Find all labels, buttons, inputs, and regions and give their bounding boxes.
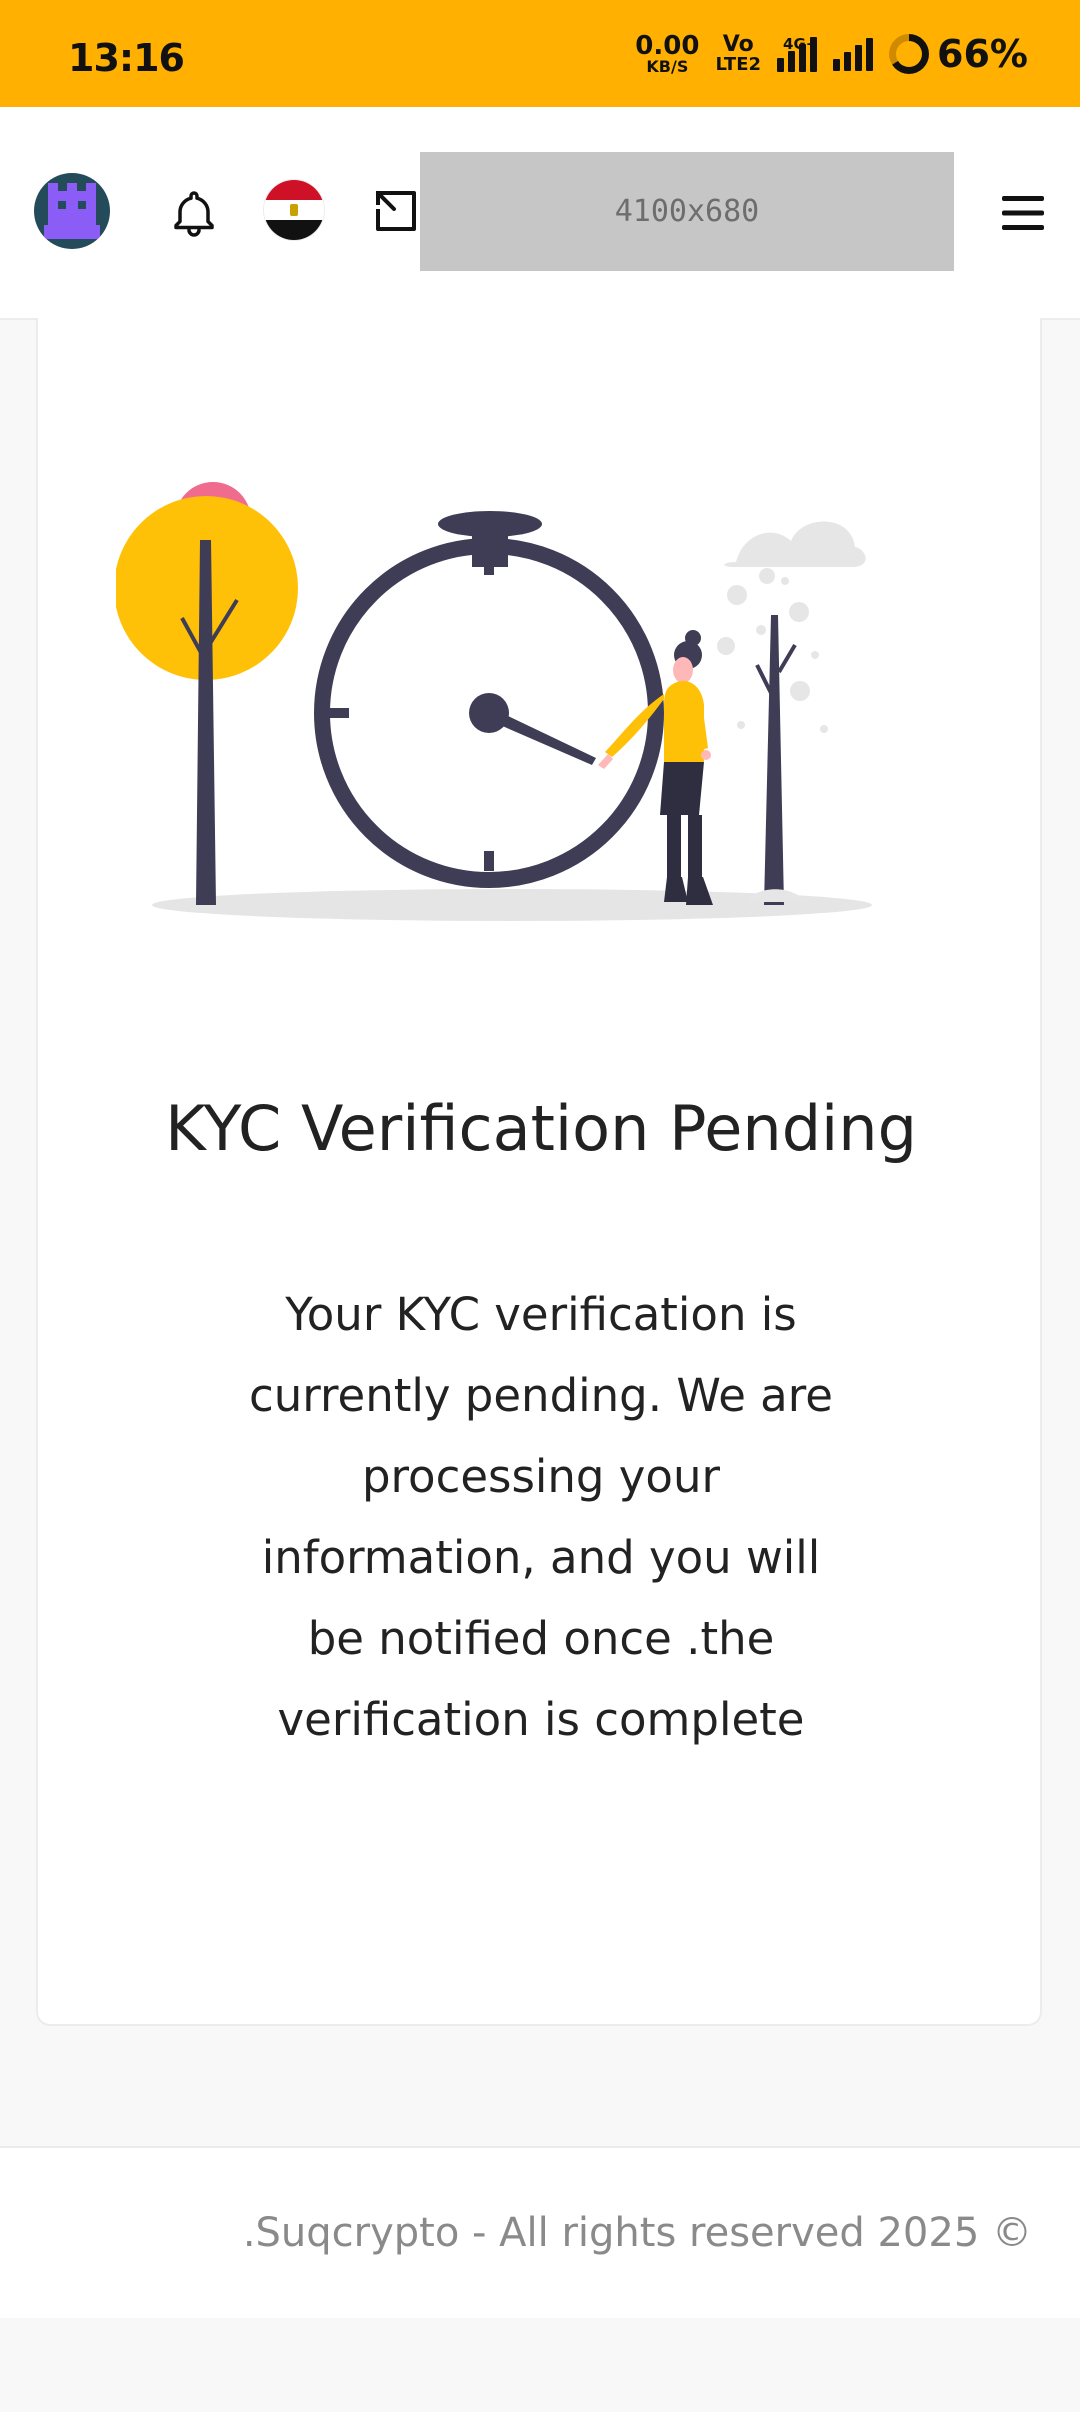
pending-clock-illustration [116,482,872,921]
bell-icon[interactable] [168,186,220,238]
signal-bar [855,44,863,71]
status-time: 13:16 [68,36,185,80]
network-speed-value: 0.00 [635,31,700,61]
page-title-line: KYC Verification Pending [165,1092,917,1165]
signal-bar [844,51,852,71]
signal-strength-2 [833,37,874,71]
status-bar: 13:16 0.00 KB/S Vo LTE2 4G+ 66% [0,0,1080,107]
volte-top: Vo [722,32,754,57]
avatar-icon [44,183,100,239]
header-placeholder-image: 4100x680 [420,152,954,271]
footer: .Suqcrypto - All rights reserved 2025 © [0,2146,1080,2318]
status-indicators: 0.00 KB/S Vo LTE2 4G+ 66% [635,28,1028,80]
signal-bar [833,58,841,71]
network-speed-unit: KB/S [646,57,689,76]
signal-bar [777,57,785,72]
pending-message: Your KYC verification is currently pendi… [249,1288,833,1746]
signal-bar [866,37,874,71]
signal-strength-1: 4G+ [777,34,819,72]
network-speed: 0.00 KB/S [635,33,699,75]
avatar[interactable] [34,173,110,249]
network-type: 4G+ [783,34,819,53]
signal-bar [788,50,796,72]
top-header: 4100x680 [0,107,1080,320]
battery-indicator: 66% [889,32,1028,76]
volte-bottom: LTE2 [715,54,762,75]
battery-text: 66% [937,32,1028,76]
expand-icon[interactable] [370,185,422,237]
egypt-eagle-icon [290,204,298,216]
egypt-flag-icon[interactable] [264,180,324,240]
kyc-status-card: KYC Verification Pending Your KYC verifi… [36,318,1042,2026]
battery-icon [889,34,930,74]
footer-copyright: .Suqcrypto - All rights reserved 2025 © [242,2210,1032,2256]
page-title: KYC Verification Pending [38,1090,1044,1168]
volte-indicator: Vo LTE2 [715,34,761,74]
menu-icon[interactable] [1000,193,1046,233]
